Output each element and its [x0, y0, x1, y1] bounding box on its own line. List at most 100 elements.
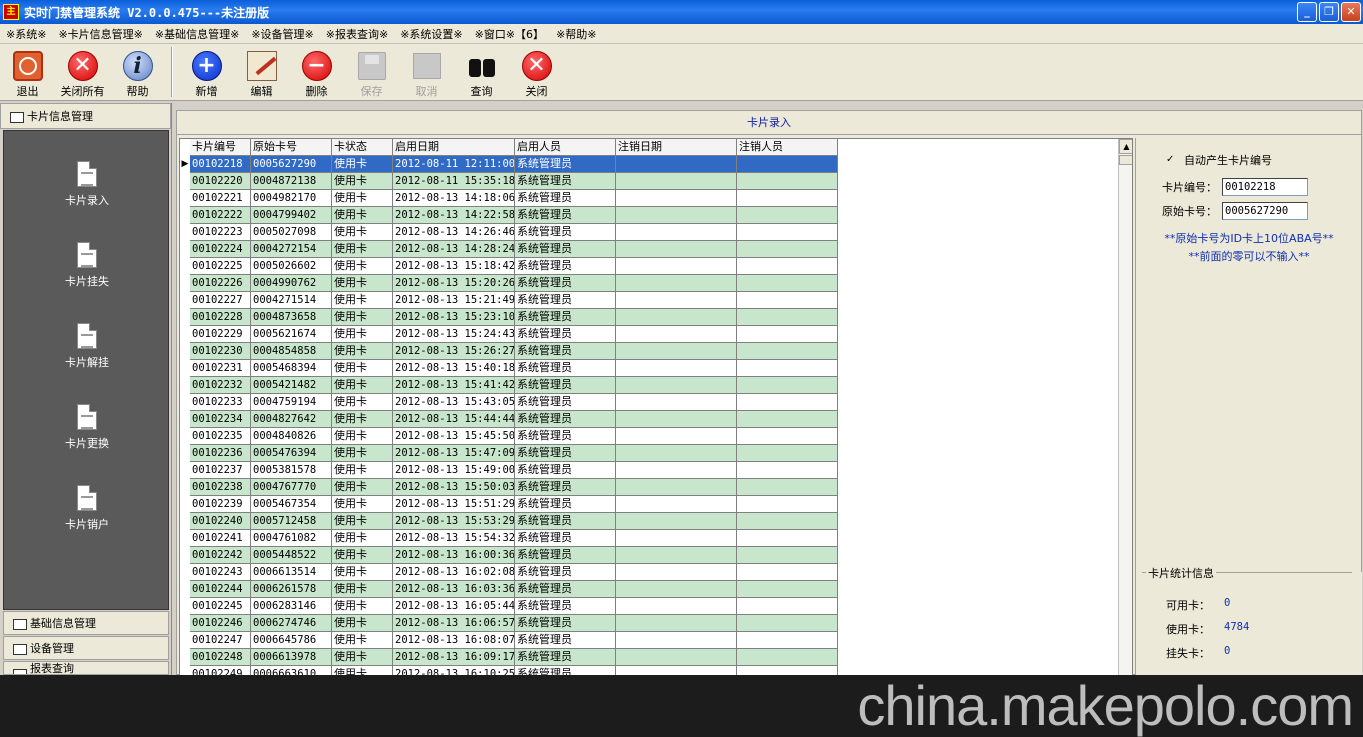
table-cell[interactable]: 0004272154 — [251, 241, 332, 258]
table-cell[interactable] — [737, 649, 838, 666]
table-cell[interactable]: 2012-08-13 15:54:32 — [393, 530, 515, 547]
table-cell[interactable] — [737, 530, 838, 547]
table-cell[interactable]: 使用卡 — [332, 292, 393, 309]
table-cell[interactable]: 2012-08-13 15:53:29 — [393, 513, 515, 530]
table-cell[interactable]: 0005468394 — [251, 360, 332, 377]
table-cell[interactable]: 0005467354 — [251, 496, 332, 513]
scroll-thumb[interactable] — [1119, 155, 1132, 165]
table-cell[interactable] — [737, 513, 838, 530]
table-cell[interactable] — [737, 445, 838, 462]
table-row[interactable]: 00102220 0004872138 使用卡 2012-08-11 15:35:18… — [180, 173, 838, 190]
table-cell[interactable]: 使用卡 — [332, 326, 393, 343]
table-cell[interactable]: 0006645786 — [251, 632, 332, 649]
column-header[interactable]: 原始卡号 — [251, 139, 332, 156]
table-cell[interactable]: 0005476394 — [251, 445, 332, 462]
table-cell[interactable]: 2012-08-13 14:26:46 — [393, 224, 515, 241]
sidebar-group-device[interactable]: 设备管理 — [3, 636, 169, 660]
table-cell[interactable]: 使用卡 — [332, 479, 393, 496]
table-row[interactable]: 00102242 0005448522 使用卡 2012-08-13 16:00:36… — [180, 547, 838, 564]
table-cell[interactable]: 2012-08-13 14:22:58 — [393, 207, 515, 224]
table-cell[interactable]: 2012-08-13 15:24:43 — [393, 326, 515, 343]
table-cell[interactable] — [616, 292, 737, 309]
table-cell[interactable] — [737, 326, 838, 343]
orig-no-input[interactable]: 0005627290 — [1222, 202, 1308, 220]
table-cell[interactable]: 使用卡 — [332, 598, 393, 615]
card-table[interactable]: 卡片编号 原始卡号 卡状态 启用日期 启用人员 注销日期 注销人员 ▶ 00102… — [179, 138, 1133, 678]
table-cell[interactable]: 0005627290 — [251, 156, 332, 173]
table-cell[interactable]: 00102237 — [190, 462, 251, 479]
column-header[interactable]: 卡状态 — [332, 139, 393, 156]
table-cell[interactable] — [737, 411, 838, 428]
table-cell[interactable]: 使用卡 — [332, 343, 393, 360]
table-cell[interactable]: 0006613514 — [251, 564, 332, 581]
table-cell[interactable]: 系统管理员 — [515, 292, 616, 309]
table-cell[interactable]: 使用卡 — [332, 615, 393, 632]
table-cell[interactable]: 2012-08-13 15:26:27 — [393, 343, 515, 360]
table-cell[interactable]: 系统管理员 — [515, 173, 616, 190]
table-cell[interactable] — [737, 241, 838, 258]
close-window-button[interactable]: ✕ — [1341, 2, 1361, 22]
table-cell[interactable] — [737, 156, 838, 173]
table-row[interactable]: 00102227 0004271514 使用卡 2012-08-13 15:21:49… — [180, 292, 838, 309]
table-cell[interactable]: 使用卡 — [332, 581, 393, 598]
table-cell[interactable]: 2012-08-13 16:09:17 — [393, 649, 515, 666]
table-cell[interactable] — [737, 428, 838, 445]
menu-window[interactable]: ※窗口※【6】 — [469, 26, 550, 42]
table-cell[interactable] — [616, 496, 737, 513]
table-cell[interactable]: 使用卡 — [332, 360, 393, 377]
table-cell[interactable] — [737, 292, 838, 309]
table-cell[interactable] — [737, 309, 838, 326]
table-cell[interactable]: 使用卡 — [332, 411, 393, 428]
table-cell[interactable]: 系统管理员 — [515, 275, 616, 292]
menu-basic-info[interactable]: ※基础信息管理※ — [149, 26, 245, 42]
table-cell[interactable]: 系统管理员 — [515, 224, 616, 241]
right-scrollbar[interactable] — [1352, 572, 1362, 675]
table-cell[interactable]: 0004759194 — [251, 394, 332, 411]
table-cell[interactable] — [616, 411, 737, 428]
table-cell[interactable]: 00102224 — [190, 241, 251, 258]
table-cell[interactable]: 系统管理员 — [515, 360, 616, 377]
table-cell[interactable]: 2012-08-13 16:08:07 — [393, 632, 515, 649]
table-cell[interactable]: 0004872138 — [251, 173, 332, 190]
table-cell[interactable]: 00102241 — [190, 530, 251, 547]
table-cell[interactable]: 0004854858 — [251, 343, 332, 360]
table-cell[interactable]: 系统管理员 — [515, 632, 616, 649]
menu-report[interactable]: ※报表查询※ — [320, 26, 394, 42]
table-cell[interactable]: 0004840826 — [251, 428, 332, 445]
table-cell[interactable] — [616, 173, 737, 190]
table-cell[interactable] — [616, 445, 737, 462]
table-cell[interactable]: 00102238 — [190, 479, 251, 496]
table-cell[interactable]: 2012-08-13 15:18:42 — [393, 258, 515, 275]
table-cell[interactable] — [737, 632, 838, 649]
table-cell[interactable]: 0004873658 — [251, 309, 332, 326]
scroll-up-icon[interactable]: ▲ — [1119, 139, 1132, 154]
table-row[interactable]: 00102225 0005026602 使用卡 2012-08-13 15:18:42… — [180, 258, 838, 275]
table-cell[interactable] — [737, 173, 838, 190]
table-cell[interactable]: 00102246 — [190, 615, 251, 632]
table-cell[interactable]: 系统管理员 — [515, 615, 616, 632]
table-cell[interactable]: 0004271514 — [251, 292, 332, 309]
table-cell[interactable]: 2012-08-13 16:05:44 — [393, 598, 515, 615]
table-cell[interactable]: 使用卡 — [332, 377, 393, 394]
table-cell[interactable]: 2012-08-13 16:00:36 — [393, 547, 515, 564]
table-cell[interactable]: 使用卡 — [332, 207, 393, 224]
table-cell[interactable]: 使用卡 — [332, 241, 393, 258]
sidebar-item-card-replace[interactable]: 卡片更换 — [4, 404, 170, 451]
table-cell[interactable]: 00102235 — [190, 428, 251, 445]
table-cell[interactable]: 00102243 — [190, 564, 251, 581]
column-header[interactable]: 注销人员 — [737, 139, 838, 156]
table-cell[interactable]: 2012-08-13 15:44:44 — [393, 411, 515, 428]
sidebar-item-card-unlock[interactable]: 卡片解挂 — [4, 323, 170, 370]
table-cell[interactable] — [616, 615, 737, 632]
table-cell[interactable]: 系统管理员 — [515, 513, 616, 530]
table-cell[interactable]: 2012-08-13 15:41:42 — [393, 377, 515, 394]
table-row[interactable]: 00102228 0004873658 使用卡 2012-08-13 15:23:10… — [180, 309, 838, 326]
table-cell[interactable]: 2012-08-13 15:40:18 — [393, 360, 515, 377]
table-cell[interactable]: 2012-08-13 15:43:05 — [393, 394, 515, 411]
table-cell[interactable] — [616, 275, 737, 292]
table-cell[interactable]: 0005026602 — [251, 258, 332, 275]
table-cell[interactable]: 00102225 — [190, 258, 251, 275]
table-cell[interactable] — [616, 360, 737, 377]
table-cell[interactable] — [616, 326, 737, 343]
table-cell[interactable] — [616, 564, 737, 581]
